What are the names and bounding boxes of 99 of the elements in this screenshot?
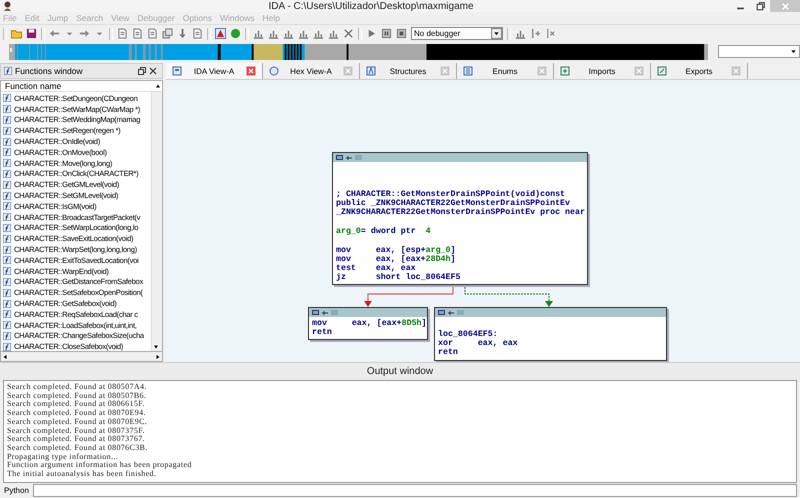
plus-icon: [560, 66, 570, 76]
cross-icon[interactable]: [343, 28, 354, 39]
log-line: Search completed. Found at 08070E94.: [7, 409, 147, 418]
function-icon: [3, 192, 11, 200]
play-icon[interactable]: [366, 28, 377, 39]
function-icon: [3, 180, 11, 189]
function-icon: [3, 105, 11, 114]
pause-icon[interactable]: [381, 28, 392, 39]
log-line: Search completed. Found at 08073767.: [7, 435, 146, 444]
navigation-band[interactable]: [9, 44, 708, 60]
function-icon: [3, 126, 11, 135]
folder-icon[interactable]: [11, 28, 22, 39]
back-arrow-icon[interactable]: [49, 28, 60, 39]
document-icon[interactable]: [192, 28, 203, 39]
log-line: Search completed. Found at 080507B6.: [7, 392, 148, 400]
log-line: Propagating type information...: [7, 452, 120, 461]
function-icon: [3, 159, 11, 168]
chart-icon[interactable]: [313, 28, 324, 39]
chart-icon[interactable]: [268, 28, 279, 39]
function-icon: [3, 300, 11, 308]
log-line: Search completed. Found at 0807375F.: [7, 426, 146, 435]
debugger-dropdown[interactable]: No debugger: [411, 27, 503, 40]
code-line: mov eax, [eax+28D4h]: [336, 254, 457, 264]
function-icon: [3, 170, 11, 178]
function-icon: [3, 288, 11, 297]
chart-icon[interactable]: [283, 28, 294, 39]
node-toolbar-drawing: [312, 307, 338, 318]
panel-title: Functions window: [15, 66, 83, 76]
chart-icon[interactable]: [515, 28, 526, 39]
document-icon[interactable]: [147, 28, 158, 39]
down-arrow-icon[interactable]: [177, 28, 188, 39]
node-toolbar-drawing: [336, 152, 362, 163]
code-line: loc_8064EF5:: [438, 330, 499, 340]
command-label: Python: [4, 486, 29, 495]
panel-title: Output window: [366, 366, 434, 377]
code-line: mov eax, [esp+arg_0]: [336, 246, 457, 255]
log-line: Search completed. Found at 08070E9C.: [7, 418, 148, 426]
code-line: _ZNK9CHARACTER22GetMonsterDrainSPPointEv proc near: [336, 208, 584, 218]
code-line: retn: [312, 328, 333, 338]
diagonal-icon: [657, 66, 667, 76]
tab[interactable]: IDA View-A: [166, 63, 263, 79]
code-line: test eax, eax: [336, 264, 417, 273]
stack-icon[interactable]: [162, 28, 173, 39]
function-icon: [3, 332, 11, 340]
log-line: Search completed. Found at 08076C3B.: [7, 444, 149, 453]
code-line: ; CHARACTER::GetMonsterDrainSPPoint(void)const: [336, 190, 566, 199]
circle-icon: [269, 66, 279, 76]
function-icon: [3, 321, 11, 330]
address-dropdown[interactable]: [718, 45, 800, 58]
function-icon: [3, 234, 11, 243]
restore-icon[interactable]: [754, 0, 766, 12]
warning-icon[interactable]: [215, 28, 226, 39]
code-line: arg_0= dword ptr 4: [336, 227, 432, 236]
command-input-field[interactable]: [32, 484, 797, 497]
log-line: Search completed. Found at 0806615F.: [7, 400, 146, 410]
code-block-node[interactable]: [332, 152, 588, 286]
node-toolbar-drawing: [438, 307, 464, 318]
function-icon: [3, 246, 11, 254]
document-icon[interactable]: [132, 28, 143, 39]
circle-icon[interactable]: [230, 28, 241, 39]
chart-icon[interactable]: [298, 28, 309, 39]
log-line: The initial autoanalysis has been finished.: [7, 470, 158, 479]
function-icon: [3, 202, 11, 210]
code-block-node[interactable]: mov eax, [eax+8D5h] retn: [308, 307, 428, 340]
function-icon: [3, 148, 11, 156]
structure-icon: [366, 66, 376, 76]
function-icon: [3, 278, 11, 286]
code-line: jz short loc_8064EF5: [336, 273, 462, 282]
log-line: Function argument information has been propagated: [7, 461, 193, 470]
function-icon: [3, 224, 11, 232]
function-icon: [3, 267, 11, 276]
function-icon: [3, 138, 11, 146]
float-icon[interactable]: [138, 67, 146, 75]
function-icon: [3, 256, 11, 264]
code-line: public _ZNK9CHARACTER22GetMonsterDrainSPPointEv: [336, 199, 572, 208]
dropdown-icon: [491, 28, 502, 39]
code-line: mov eax, [eax+8D5h]: [312, 319, 424, 328]
function-icon: [3, 213, 11, 222]
scroll-up-icon[interactable]: [154, 82, 162, 90]
window-title: IDA - C:\Users\Utilizador\Desktop\maxmigame: [267, 0, 475, 12]
function-icon: [3, 310, 11, 318]
save-icon[interactable]: [26, 28, 37, 39]
list-icon: [463, 66, 473, 76]
chart-icon[interactable]: [328, 28, 339, 39]
code-block-node[interactable]: loc_8064EF5: xor eax, eax retn: [434, 307, 667, 361]
stop-icon[interactable]: [396, 28, 407, 39]
function-icon: [3, 94, 11, 102]
function-icon: [3, 116, 11, 124]
function-icon: [3, 342, 11, 351]
code-line: xor eax, eax: [438, 339, 519, 348]
close-icon[interactable]: [149, 67, 157, 75]
document-icon[interactable]: [117, 28, 128, 39]
tab-icon: [172, 66, 182, 76]
code-line: retn: [438, 348, 459, 358]
forward-arrow-icon[interactable]: [79, 28, 90, 39]
app-logo-icon: [3, 1, 12, 11]
chart-icon[interactable]: [253, 28, 264, 39]
function-icon: [4, 67, 12, 75]
log-line: Search completed. Found at 080507A4.: [7, 383, 148, 392]
